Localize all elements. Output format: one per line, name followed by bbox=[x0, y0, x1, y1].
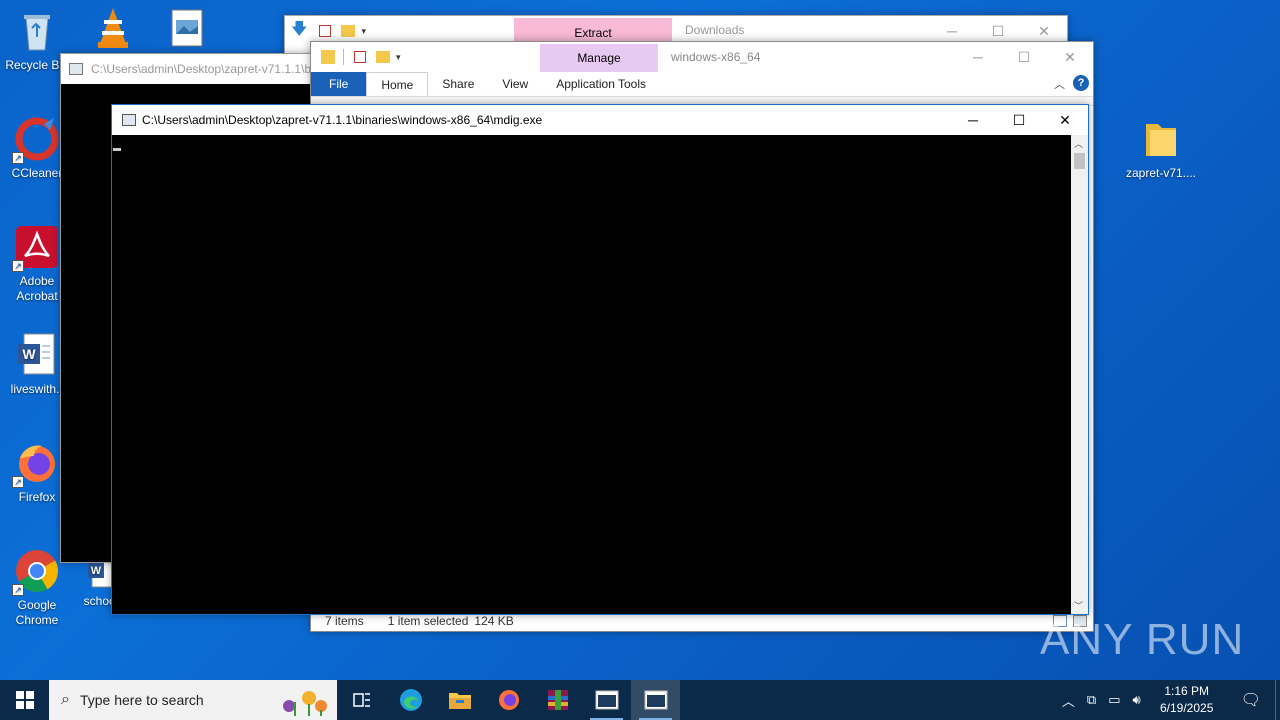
clock-date: 6/19/2025 bbox=[1159, 701, 1214, 715]
ribbon-tabs: File Home Share View Application Tools ︿… bbox=[311, 72, 1093, 96]
network-icon[interactable]: ▭ bbox=[1102, 692, 1126, 708]
desktop-icon-label: Google Chrome bbox=[15, 598, 59, 627]
shortcut-arrow-icon: ↗ bbox=[12, 260, 24, 272]
svg-text:W: W bbox=[22, 346, 36, 362]
taskbar-edge[interactable] bbox=[386, 680, 435, 720]
properties-icon[interactable] bbox=[319, 25, 332, 37]
minimize-button[interactable]: ─ bbox=[950, 105, 996, 135]
search-highlight-flowers-icon bbox=[275, 684, 331, 716]
tab-file[interactable]: File bbox=[311, 72, 367, 96]
clock[interactable]: 1:16 PM 6/19/2025 bbox=[1147, 683, 1227, 717]
vertical-scrollbar[interactable]: ︿ ﹀ bbox=[1071, 135, 1088, 614]
context-tab-manage[interactable]: Manage bbox=[540, 44, 658, 72]
file-explorer-icon bbox=[448, 693, 471, 709]
task-view-button[interactable] bbox=[337, 680, 386, 720]
start-button[interactable] bbox=[0, 680, 49, 720]
svg-text:W: W bbox=[91, 565, 102, 577]
taskbar-console-1[interactable] bbox=[582, 680, 631, 720]
tab-home[interactable]: Home bbox=[366, 72, 429, 96]
firefox-icon: ↗ bbox=[12, 440, 60, 488]
chevron-down-icon[interactable]: ▾ bbox=[396, 52, 401, 63]
taskbar-file-explorer[interactable] bbox=[435, 680, 484, 720]
titlebar[interactable]: C:\Users\admin\Desktop\zapret-v71.1.1\bi… bbox=[112, 105, 1088, 135]
tab-share[interactable]: Share bbox=[428, 72, 488, 96]
window-title: C:\Users\admin\Desktop\zapret-v71.1.1\bi… bbox=[142, 113, 543, 127]
recycle-bin-icon bbox=[14, 8, 60, 54]
word-document-icon: W bbox=[14, 332, 60, 378]
window-title: Downloads bbox=[685, 23, 745, 37]
taskbar-console-2[interactable] bbox=[631, 680, 680, 720]
volume-icon[interactable]: 🔊︎ bbox=[1126, 692, 1146, 708]
task-view-icon bbox=[352, 693, 370, 707]
console-window-mdig[interactable]: C:\Users\admin\Desktop\zapret-v71.1.1\bi… bbox=[111, 104, 1089, 615]
console-icon bbox=[122, 114, 136, 126]
scroll-up-icon[interactable]: ︿ bbox=[1074, 137, 1083, 150]
shortcut-arrow-icon: ↗ bbox=[12, 476, 24, 488]
show-desktop-button[interactable] bbox=[1275, 680, 1280, 720]
divider bbox=[343, 49, 344, 65]
taskbar-winrar[interactable] bbox=[533, 680, 582, 720]
shortcut-arrow-icon: ↗ bbox=[12, 584, 24, 596]
titlebar[interactable]: C:\Users\admin\Desktop\zapret-v71.1.1\b bbox=[61, 54, 319, 84]
maximize-button[interactable]: ☐ bbox=[1001, 42, 1047, 72]
scrollbar-thumb[interactable] bbox=[1074, 153, 1085, 169]
search-placeholder: Type here to search bbox=[79, 692, 204, 708]
text-cursor bbox=[113, 148, 121, 151]
desktop-icon-zapret-folder[interactable]: zapret-v71.... bbox=[1124, 116, 1198, 181]
console-window-icon bbox=[595, 690, 618, 710]
console-icon bbox=[69, 63, 83, 75]
windows-logo-icon bbox=[15, 691, 34, 709]
edge-icon bbox=[399, 689, 422, 711]
chevron-down-icon[interactable]: ▾ bbox=[361, 26, 366, 37]
close-button[interactable]: ✕ bbox=[1042, 105, 1088, 135]
window-title: C:\Users\admin\Desktop\zapret-v71.1.1\b bbox=[91, 62, 312, 76]
search-icon: ⌕ bbox=[61, 691, 70, 708]
image-file-icon bbox=[164, 4, 210, 50]
clock-time: 1:16 PM bbox=[1164, 684, 1210, 698]
taskbar-firefox[interactable] bbox=[484, 680, 533, 720]
vlc-icon bbox=[90, 4, 136, 50]
status-size: 124 KB bbox=[474, 614, 514, 628]
ccleaner-icon: ↗ bbox=[12, 116, 60, 164]
tab-application-tools[interactable]: Application Tools bbox=[542, 72, 660, 96]
console-window-icon bbox=[644, 690, 667, 710]
firefox-icon bbox=[498, 690, 519, 710]
notifications-icon[interactable]: 🗨︎ bbox=[1227, 690, 1275, 710]
acrobat-icon: ↗ bbox=[12, 224, 60, 272]
desktop-icon-image-file[interactable] bbox=[150, 4, 224, 54]
new-folder-icon[interactable] bbox=[341, 25, 356, 37]
titlebar[interactable]: ▾ Manage windows-x86_64 ─ ☐ ✕ bbox=[311, 42, 1093, 72]
folder-icon bbox=[1138, 116, 1184, 162]
watermark-text: ANY RUN bbox=[1040, 615, 1245, 664]
chrome-icon: ↗ bbox=[12, 548, 60, 596]
collapse-ribbon-icon[interactable]: ︿ bbox=[1054, 76, 1065, 92]
tab-view[interactable]: View bbox=[488, 72, 542, 96]
folder-icon bbox=[321, 50, 335, 64]
anyrun-watermark: ANY RUN bbox=[1040, 608, 1244, 672]
console-output[interactable] bbox=[112, 135, 1071, 614]
desktop-icon-label: zapret-v71.... bbox=[1125, 166, 1197, 180]
status-selected: 1 item selected bbox=[387, 614, 469, 628]
show-hidden-icons-icon[interactable]: ︿ bbox=[1056, 691, 1081, 710]
new-folder-icon[interactable] bbox=[376, 51, 390, 63]
taskbar: ⌕ Type here to search ︿ ⧉ ▭ 🔊︎ 1:16 PM 6… bbox=[0, 680, 1280, 720]
help-icon[interactable]: ? bbox=[1073, 75, 1089, 91]
shortcut-arrow-icon: ↗ bbox=[12, 152, 24, 164]
winrar-icon bbox=[547, 690, 568, 710]
system-tray: ︿ ⧉ ▭ 🔊︎ 1:16 PM 6/19/2025 🗨︎ bbox=[1056, 680, 1280, 720]
properties-icon[interactable] bbox=[354, 51, 366, 63]
maximize-button[interactable]: ☐ bbox=[996, 105, 1042, 135]
minimize-button[interactable]: ─ bbox=[955, 42, 1001, 72]
close-button[interactable]: ✕ bbox=[1047, 42, 1093, 72]
search-box[interactable]: ⌕ Type here to search bbox=[49, 680, 337, 720]
desktop-icon-vlc[interactable] bbox=[76, 4, 150, 54]
window-title: windows-x86_64 bbox=[671, 50, 761, 64]
status-item-count: 7 items bbox=[325, 614, 364, 628]
network-alert-icon[interactable]: ⧉ bbox=[1081, 692, 1102, 708]
quick-access-down-icon[interactable]: 🡇 bbox=[291, 18, 307, 45]
